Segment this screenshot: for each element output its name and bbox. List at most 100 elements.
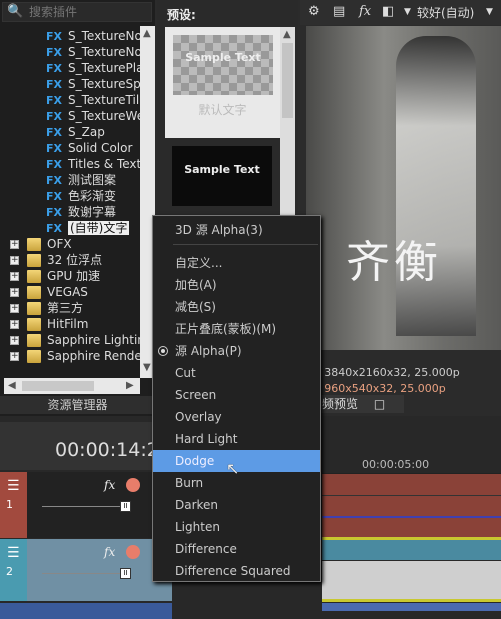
track-2-lane[interactable] xyxy=(322,540,501,560)
track-3-lane[interactable] xyxy=(322,603,501,611)
plugin-folder[interactable]: + HitFilm xyxy=(0,316,88,332)
composite-mode-icon[interactable] xyxy=(126,478,140,492)
expand-icon[interactable]: + xyxy=(10,352,19,361)
expand-icon[interactable]: + xyxy=(10,256,19,265)
preset-item[interactable]: Sample Text xyxy=(165,138,280,216)
plugin-folder[interactable]: + 第三方 xyxy=(0,300,83,316)
composite-mode-menu: 3D 源 Alpha(3) 自定义... 加色(A) 减色(S) 正片叠底(蒙板)(M)… xyxy=(152,215,321,582)
slider-handle[interactable]: II xyxy=(120,501,131,512)
fx-icon[interactable]: fx xyxy=(104,545,115,559)
menu-item[interactable]: Screen xyxy=(153,384,320,406)
gear-icon[interactable]: ⚙ xyxy=(308,4,320,19)
menu-item[interactable]: Overlay xyxy=(153,406,320,428)
plugin-item[interactable]: FX S_TextureSp xyxy=(46,76,140,92)
plugin-item[interactable]: FX 测试图案 xyxy=(46,172,116,188)
plugin-folder[interactable]: + Sapphire Rende xyxy=(0,348,140,364)
scroll-up-icon[interactable]: ▲ xyxy=(143,28,151,39)
plugin-item[interactable]: FX Solid Color xyxy=(46,140,132,156)
plugin-item[interactable]: FX 色彩渐变 xyxy=(46,188,116,204)
plugin-search[interactable]: 🔍 xyxy=(2,2,152,22)
scroll-down-icon[interactable]: ▼ xyxy=(143,362,151,373)
expand-icon[interactable]: + xyxy=(10,272,19,281)
menu-item[interactable]: 3D 源 Alpha(3) xyxy=(153,219,320,241)
expand-icon[interactable]: + xyxy=(10,336,19,345)
scroll-up-icon[interactable]: ▲ xyxy=(283,29,291,40)
scroll-thumb[interactable] xyxy=(22,381,94,391)
menu-item[interactable]: 减色(S) xyxy=(153,296,320,318)
slider-handle[interactable]: II xyxy=(120,568,131,579)
fx-icon: FX xyxy=(46,46,62,59)
folder-label: HitFilm xyxy=(47,317,89,331)
timeline-ruler[interactable]: 00:00:05:00 xyxy=(322,458,501,472)
menu-item[interactable]: Difference xyxy=(153,538,320,560)
plugin-item[interactable]: FX 致谢字幕 xyxy=(46,204,116,220)
plugin-item[interactable]: FX S_TextureNo xyxy=(46,44,140,60)
tree-horizontal-scrollbar[interactable]: ◀ ▶ xyxy=(4,378,140,394)
menu-item[interactable]: 源 Alpha(P) xyxy=(153,340,320,362)
presets-scrollbar[interactable]: ▲ xyxy=(280,27,295,217)
menu-item[interactable]: Cut xyxy=(153,362,320,384)
scroll-thumb[interactable] xyxy=(282,43,293,118)
expand-icon[interactable]: + xyxy=(10,288,19,297)
plugin-item[interactable]: FX Titles & Text xyxy=(46,156,140,172)
dropdown-arrow-icon[interactable]: ▼ xyxy=(404,7,411,17)
track-header-2[interactable]: ☰ 2 fx II xyxy=(0,539,172,601)
menu-item-label: 3D 源 Alpha(3) xyxy=(175,223,263,237)
fx-icon: FX xyxy=(46,30,62,43)
menu-item-label: 自定义... xyxy=(175,256,223,270)
menu-icon[interactable]: ☰ xyxy=(7,545,20,561)
maximize-icon[interactable]: □ xyxy=(374,397,385,411)
timecode-display[interactable]: 00:00:14:2 xyxy=(0,422,170,470)
expand-icon[interactable]: + xyxy=(10,320,19,329)
menu-item[interactable]: 加色(A) xyxy=(153,274,320,296)
fx-icon[interactable]: fx xyxy=(104,478,115,492)
fx-icon: FX xyxy=(46,78,62,91)
level-slider[interactable] xyxy=(42,506,122,507)
fx-icon: FX xyxy=(46,142,62,155)
level-slider[interactable] xyxy=(42,573,122,574)
expand-icon[interactable]: + xyxy=(10,240,19,249)
split-screen-icon[interactable]: ◧ xyxy=(382,4,394,19)
scroll-right-icon[interactable]: ▶ xyxy=(126,380,134,391)
plugin-item[interactable]: FX (自带)文字 xyxy=(46,220,130,236)
menu-item[interactable]: 正片叠底(蒙板)(M) xyxy=(153,318,320,340)
folder-label: Sapphire Lightin xyxy=(47,333,140,347)
track-header-1[interactable]: ☰ 1 fx II xyxy=(0,472,172,538)
plugin-folder[interactable]: + Sapphire Lightin xyxy=(0,332,140,348)
fx-icon: FX xyxy=(46,110,62,123)
plugin-item[interactable]: FX S_TextureNo xyxy=(46,28,140,44)
plugin-folder[interactable]: + OFX xyxy=(0,236,72,252)
device-icon[interactable]: ▤ xyxy=(333,4,345,19)
menu-item[interactable]: 自定义... xyxy=(153,252,320,274)
expand-icon[interactable]: + xyxy=(10,304,19,313)
plugin-item[interactable]: FX S_TexturePla xyxy=(46,60,140,76)
track-1-lane[interactable] xyxy=(322,473,501,537)
chevron-down-icon[interactable]: ▼ xyxy=(486,7,493,17)
menu-item[interactable]: Darken xyxy=(153,494,320,516)
menu-icon[interactable]: ☰ xyxy=(7,478,20,494)
plugin-folder[interactable]: +32 位浮点 xyxy=(0,252,102,268)
plugin-folder[interactable]: + VEGAS xyxy=(0,284,88,300)
plugin-item[interactable]: FX S_Zap xyxy=(46,124,105,140)
preview-quality-dropdown[interactable]: 较好(自动) xyxy=(417,4,474,21)
fx-icon[interactable]: fx xyxy=(359,4,371,19)
menu-item[interactable]: Hard Light xyxy=(153,428,320,450)
menu-item-label: Screen xyxy=(175,388,217,402)
menu-item[interactable]: Lighten xyxy=(153,516,320,538)
composite-mode-icon[interactable] xyxy=(126,545,140,559)
search-input[interactable] xyxy=(29,4,147,20)
tab-label: 频预览 xyxy=(322,397,359,411)
scroll-left-icon[interactable]: ◀ xyxy=(8,380,16,391)
menu-item[interactable]: Difference Squared xyxy=(153,560,320,582)
plugin-item[interactable]: FX S_TextureWe xyxy=(46,108,140,124)
tab-explorer[interactable]: 资源管理器 xyxy=(0,396,155,414)
video-event[interactable] xyxy=(322,561,501,599)
folder-icon xyxy=(27,334,41,347)
mouse-cursor-icon: ↖ xyxy=(226,459,240,478)
plugin-folder[interactable]: + GPU 加速 xyxy=(0,268,100,284)
menu-item-label: Darken xyxy=(175,498,219,512)
track-header-3[interactable] xyxy=(0,603,172,619)
menu-separator xyxy=(173,244,318,245)
folder-icon xyxy=(27,286,41,299)
plugin-item[interactable]: FX S_TextureTil xyxy=(46,92,139,108)
